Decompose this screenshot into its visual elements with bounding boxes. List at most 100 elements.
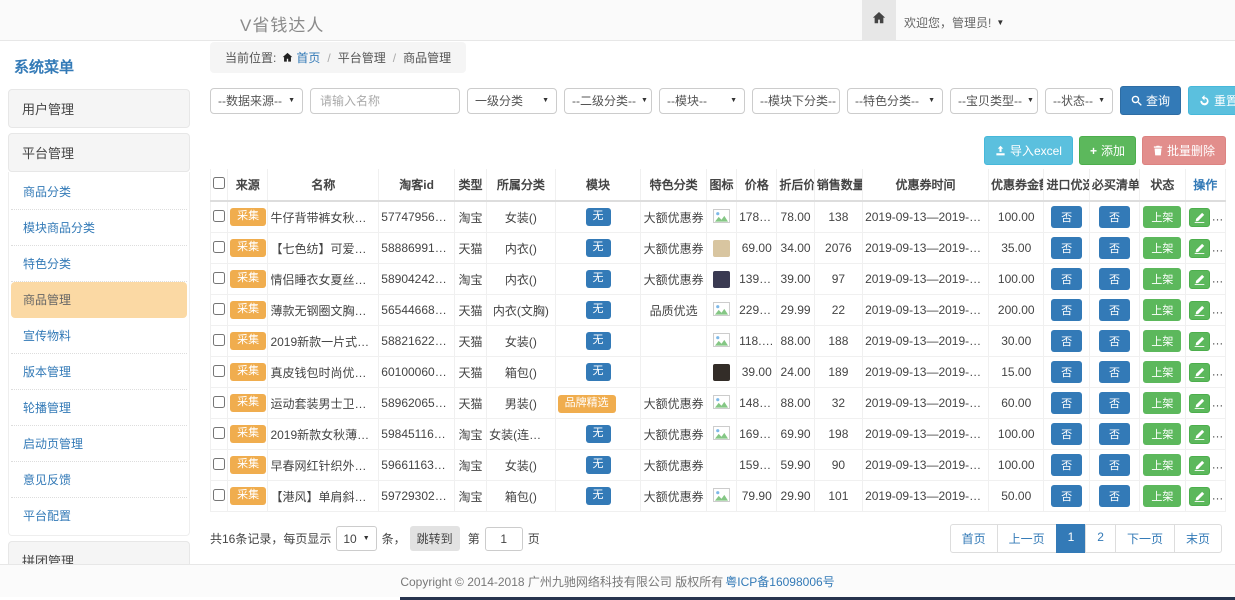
must-buy-toggle[interactable]: 否 [1099,330,1130,352]
edit-button[interactable] [1189,425,1210,444]
imported-toggle[interactable]: 否 [1051,206,1082,228]
taoke-id-cell: 601000601341 [379,357,455,388]
edit-button[interactable] [1189,332,1210,351]
must-buy-toggle[interactable]: 否 [1099,454,1130,476]
icp-link[interactable]: 粤ICP备16098006号 [725,573,834,590]
row-select-cell [211,450,228,481]
page-size-select[interactable]: 10 ▼ [336,526,376,551]
page-link[interactable]: 2 [1085,524,1116,553]
status-badge[interactable]: 上架 [1143,299,1181,321]
imported-toggle[interactable]: 否 [1051,330,1082,352]
status-badge[interactable]: 上架 [1143,268,1181,290]
row-checkbox[interactable] [213,303,225,315]
must-buy-toggle[interactable]: 否 [1099,423,1130,445]
reset-button[interactable]: 重置 [1188,86,1235,115]
must-buy-toggle[interactable]: 否 [1099,268,1130,290]
name-search-input[interactable] [310,88,460,114]
status-cell: 上架 [1140,419,1185,450]
must-buy-toggle[interactable]: 否 [1099,361,1130,383]
status-badge[interactable]: 上架 [1143,330,1181,352]
sidebar-subitem[interactable]: 意见反馈 [11,462,187,498]
status-badge[interactable]: 上架 [1143,361,1181,383]
home-button[interactable] [862,0,896,40]
search-button[interactable]: 查询 [1120,86,1181,115]
icon-cell [706,419,736,450]
edit-button[interactable] [1189,456,1210,475]
filter-select[interactable]: --特色分类--▼ [847,88,943,114]
status-badge[interactable]: 上架 [1143,423,1181,445]
edit-button[interactable] [1189,301,1210,320]
row-checkbox[interactable] [213,427,225,439]
edit-button[interactable] [1189,239,1210,258]
imported-toggle[interactable]: 否 [1051,454,1082,476]
page-link[interactable]: 上一页 [997,524,1057,553]
must-buy-toggle[interactable]: 否 [1099,392,1130,414]
sidebar-subitem[interactable]: 模块商品分类 [11,210,187,246]
must-buy-toggle[interactable]: 否 [1099,237,1130,259]
status-badge[interactable]: 上架 [1143,206,1181,228]
filter-select[interactable]: 一级分类▼ [467,88,557,114]
edit-button[interactable] [1189,487,1210,506]
imported-toggle[interactable]: 否 [1051,361,1082,383]
page-link[interactable]: 1 [1056,524,1087,553]
imported-toggle[interactable]: 否 [1051,268,1082,290]
header-select-all-cell [211,169,228,201]
status-badge[interactable]: 上架 [1143,392,1181,414]
imported-toggle[interactable]: 否 [1051,485,1082,507]
row-checkbox[interactable] [213,334,225,346]
must-buy-toggle[interactable]: 否 [1099,299,1130,321]
row-checkbox[interactable] [213,365,225,377]
select-all-checkbox[interactable] [213,177,225,189]
sidebar-subitem[interactable]: 商品管理 [11,282,187,318]
row-checkbox[interactable] [213,396,225,408]
jump-page-input[interactable] [485,527,523,551]
imported-toggle[interactable]: 否 [1051,237,1082,259]
sidebar-item[interactable]: 用户管理 [8,89,190,128]
edit-button[interactable] [1189,270,1210,289]
filter-select[interactable]: --宝贝类型--▼ [950,88,1038,114]
edit-button[interactable] [1189,363,1210,382]
sidebar-subitem[interactable]: 轮播管理 [11,390,187,426]
add-button[interactable]: + 添加 [1079,136,1136,165]
sidebar-subitem[interactable]: 特色分类 [11,246,187,282]
feature-category-cell: 大额优惠券 [641,201,707,233]
sidebar-subitem[interactable]: 启动页管理 [11,426,187,462]
batch-delete-button[interactable]: 批量删除 [1142,136,1226,165]
filter-select[interactable]: --数据来源--▼ [210,88,303,114]
breadcrumb-home-link[interactable]: 首页 [282,49,320,66]
source-cell: 采集 [228,481,268,512]
user-menu[interactable]: 欢迎您，管理员! ▼ [904,14,1004,31]
page-link[interactable]: 首页 [950,524,998,553]
sidebar-subitem[interactable]: 版本管理 [11,354,187,390]
row-checkbox[interactable] [213,210,225,222]
row-checkbox[interactable] [213,272,225,284]
must-buy-toggle[interactable]: 否 [1099,206,1130,228]
sidebar-subitem[interactable]: 平台配置 [11,498,187,533]
filter-select[interactable]: --二级分类--▼ [564,88,652,114]
sidebar-subitem[interactable]: 商品分类 [11,174,187,210]
row-select-cell [211,388,228,419]
sidebar-item[interactable]: 平台管理 [8,133,190,172]
page-link[interactable]: 下一页 [1115,524,1175,553]
imported-toggle[interactable]: 否 [1051,299,1082,321]
sidebar-item[interactable]: 拼团管理 [8,541,190,566]
row-checkbox[interactable] [213,241,225,253]
filter-select[interactable]: --状态--▼ [1045,88,1113,114]
edit-button[interactable] [1189,394,1210,413]
sidebar-subitem[interactable]: 宣传物料 [11,318,187,354]
status-badge[interactable]: 上架 [1143,237,1181,259]
import-excel-button[interactable]: 导入excel [984,136,1073,165]
row-checkbox[interactable] [213,458,225,470]
imported-toggle[interactable]: 否 [1051,392,1082,414]
filter-select[interactable]: --模块--▼ [659,88,745,114]
row-checkbox[interactable] [213,489,225,501]
jump-button[interactable]: 跳转到 [410,526,460,551]
status-badge[interactable]: 上架 [1143,485,1181,507]
icon-cell [706,264,736,295]
must-buy-toggle[interactable]: 否 [1099,485,1130,507]
status-badge[interactable]: 上架 [1143,454,1181,476]
page-link[interactable]: 末页 [1174,524,1222,553]
filter-select[interactable]: --模块下分类--▼ [752,88,840,114]
imported-toggle[interactable]: 否 [1051,423,1082,445]
edit-button[interactable] [1189,208,1210,227]
